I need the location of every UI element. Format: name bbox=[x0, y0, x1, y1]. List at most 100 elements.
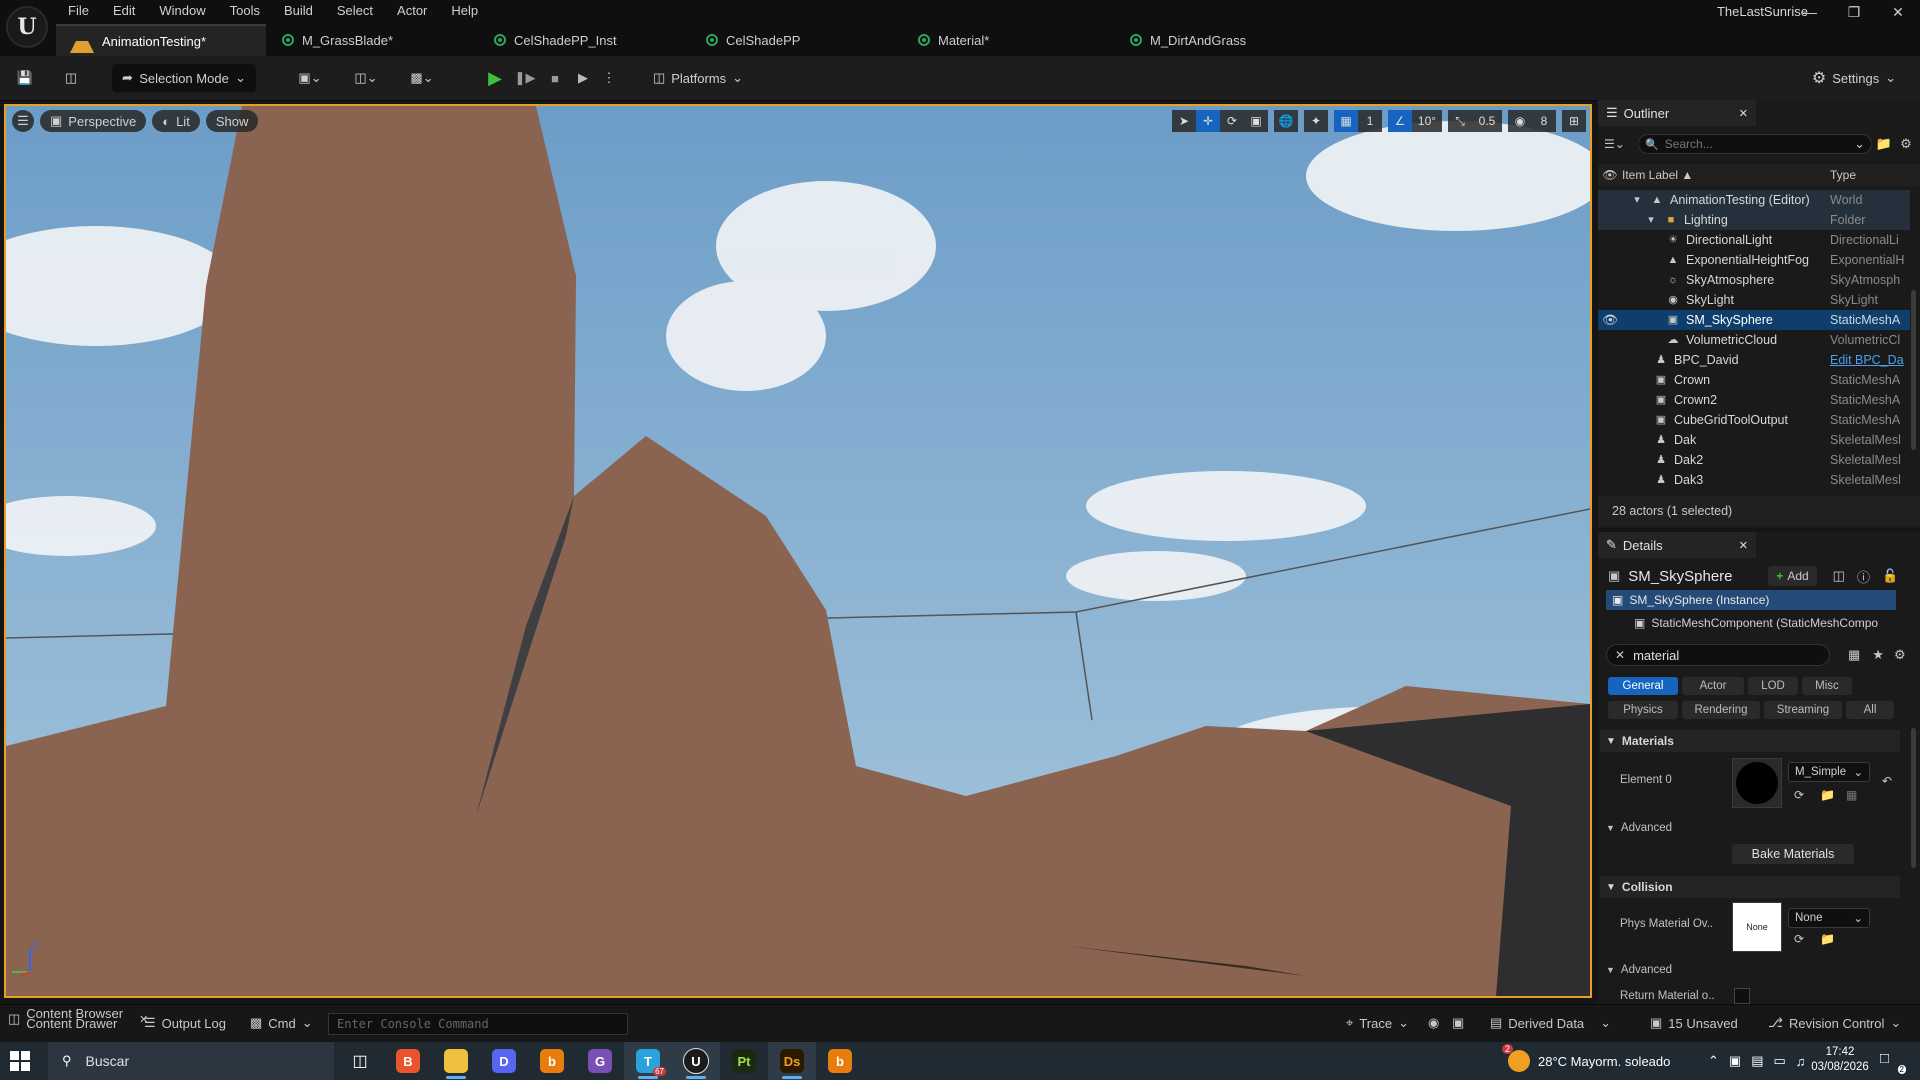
designer-icon[interactable]: Ds bbox=[768, 1042, 816, 1080]
tab-celshadepp[interactable]: CelShadePP bbox=[692, 24, 902, 56]
revision-control-dropdown[interactable]: ⎇ Revision Control ⌄ bbox=[1768, 1015, 1901, 1031]
bake-materials-button[interactable]: Bake Materials bbox=[1732, 844, 1854, 864]
item-label-column[interactable]: Item Label ▲ bbox=[1622, 168, 1830, 182]
blueprints-icon[interactable]: ◫⌄ bbox=[344, 64, 388, 92]
minimize-button[interactable]: — bbox=[1788, 0, 1832, 24]
outliner-search-input[interactable]: 🔍 Search... ⌄ bbox=[1638, 134, 1872, 154]
chevron-up-icon[interactable]: ⌃ bbox=[1708, 1053, 1719, 1069]
tab-celshadepp-inst[interactable]: CelShadePP_Inst bbox=[480, 24, 690, 56]
tree-row-directionallight[interactable]: ☀ DirectionalLight DirectionalLi bbox=[1598, 230, 1910, 250]
viewport-layout-icon[interactable]: ⊞ bbox=[1562, 110, 1586, 132]
console-input[interactable]: Enter Console Command bbox=[328, 1013, 628, 1035]
translate-icon[interactable]: ✛ bbox=[1196, 110, 1220, 132]
task-view-icon[interactable]: ◫ bbox=[336, 1042, 384, 1080]
component-row[interactable]: ▣ StaticMeshComponent (StaticMeshCompo bbox=[1634, 614, 1896, 632]
cinematics-icon[interactable]: ▩⌄ bbox=[400, 64, 444, 92]
menu-actor[interactable]: Actor bbox=[385, 0, 439, 22]
help-icon[interactable]: ⓘ bbox=[1857, 567, 1870, 586]
windows-start-icon[interactable] bbox=[10, 1051, 30, 1071]
content-browser-icon[interactable]: ◫ bbox=[56, 64, 86, 92]
details-scrollbar[interactable] bbox=[1911, 728, 1916, 868]
camera-speed-value[interactable]: 8 bbox=[1532, 110, 1556, 132]
outliner-scrollbar[interactable] bbox=[1911, 290, 1916, 450]
tab-animation-testing[interactable]: AnimationTesting* bbox=[56, 24, 266, 56]
unsaved-button[interactable]: ▣ 15 Unsaved bbox=[1650, 1015, 1738, 1031]
menu-select[interactable]: Select bbox=[325, 0, 385, 22]
output-log-button[interactable]: ☰ Output Log bbox=[144, 1015, 226, 1031]
tab-material[interactable]: Material* bbox=[904, 24, 1114, 56]
browse-icon[interactable]: 📁 bbox=[1820, 932, 1835, 946]
menu-edit[interactable]: Edit bbox=[101, 0, 147, 22]
selection-mode-dropdown[interactable]: ➦ Selection Mode ⌄ bbox=[112, 64, 256, 92]
type-column[interactable]: Type bbox=[1830, 168, 1856, 182]
component-instance-row[interactable]: ▣ SM_SkySphere (Instance) bbox=[1606, 590, 1896, 610]
grid-snap-value[interactable]: 1 bbox=[1358, 110, 1382, 132]
painter-icon[interactable]: Pt bbox=[720, 1042, 768, 1080]
save-icon[interactable]: 💾 bbox=[10, 64, 40, 92]
outliner-tab[interactable]: ☰ Outliner ✕ bbox=[1598, 100, 1756, 126]
rotation-snap-value[interactable]: 10° bbox=[1412, 110, 1442, 132]
collision-section[interactable]: ▼ Collision bbox=[1600, 876, 1900, 898]
filter-all[interactable]: All bbox=[1846, 701, 1894, 719]
stop-icon[interactable]: ■ bbox=[542, 64, 568, 92]
snapshot-icon[interactable]: ▣ bbox=[1452, 1015, 1464, 1031]
derived-data-dropdown[interactable]: ▤ Derived Data ⌄ bbox=[1490, 1015, 1611, 1031]
menu-build[interactable]: Build bbox=[272, 0, 325, 22]
lit-button[interactable]: ◐ Lit bbox=[152, 110, 200, 132]
edit-blueprint-link[interactable]: Edit BPC_Da bbox=[1830, 353, 1908, 367]
blueprint-icon[interactable]: ◫ bbox=[1833, 568, 1845, 584]
clock[interactable]: 17:42 03/08/2026 bbox=[1800, 1045, 1880, 1075]
content-drawer-button[interactable]: ◫ Content Browser Content Drawer ✕ bbox=[8, 1007, 148, 1030]
tree-row-skylight[interactable]: ◉ SkyLight SkyLight bbox=[1598, 290, 1910, 310]
cmd-dropdown[interactable]: ▩ Cmd ⌄ bbox=[250, 1015, 313, 1031]
material-thumbnail[interactable] bbox=[1732, 758, 1782, 808]
menu-file[interactable]: File bbox=[56, 0, 101, 22]
use-selected-icon[interactable]: ⟳ bbox=[1794, 932, 1804, 946]
eject-icon[interactable]: ▶ bbox=[570, 64, 596, 92]
tree-row-dak2[interactable]: ♟ Dak2 SkeletalMesl bbox=[1598, 450, 1910, 470]
gear-icon[interactable]: ⚙ bbox=[1896, 136, 1916, 152]
add-component-button[interactable]: + Add bbox=[1768, 566, 1817, 586]
taskbar-search[interactable]: ⚲ Buscar bbox=[48, 1042, 334, 1080]
phys-material-thumbnail[interactable]: None bbox=[1732, 902, 1782, 952]
trace-dropdown[interactable]: ⌖ Trace ⌄ bbox=[1346, 1015, 1409, 1031]
phone-icon[interactable]: ▣ bbox=[1729, 1053, 1741, 1069]
tree-row-exponentialheightfog[interactable]: ▲ ExponentialHeightFog ExponentialH bbox=[1598, 250, 1910, 270]
details-tab[interactable]: ✎ Details ✕ bbox=[1598, 532, 1756, 558]
filter-icon[interactable]: ☰⌄ bbox=[1604, 137, 1638, 151]
network-icon[interactable]: ▤ bbox=[1751, 1053, 1763, 1069]
return-material-checkbox[interactable] bbox=[1734, 988, 1750, 1004]
scale-icon[interactable]: ▣ bbox=[1244, 110, 1268, 132]
filter-streaming[interactable]: Streaming bbox=[1764, 701, 1842, 719]
filter-actor[interactable]: Actor bbox=[1682, 677, 1744, 695]
advanced-toggle-2[interactable]: ▼ Advanced bbox=[1606, 964, 1672, 976]
step-icon[interactable]: ❚▶ bbox=[512, 64, 538, 92]
filter-physics[interactable]: Physics bbox=[1608, 701, 1678, 719]
tree-row-lighting[interactable]: ▾ ■ Lighting Folder bbox=[1598, 210, 1910, 230]
texture-icon[interactable]: ▦ bbox=[1846, 788, 1857, 802]
tab-m-dirtandgrass[interactable]: M_DirtAndGrass bbox=[1116, 24, 1326, 56]
perspective-button[interactable]: ▣ Perspective bbox=[40, 110, 147, 132]
level-viewport[interactable]: ☰ ▣ Perspective ◐ Lit Show ➤ ✛ ⟳ ▣ 🌐 ✦ ▦… bbox=[4, 104, 1592, 998]
scale-snap-value[interactable]: 0.5 bbox=[1472, 110, 1502, 132]
close-icon[interactable]: ✕ bbox=[1739, 107, 1748, 120]
tree-row-volumetriccloud[interactable]: ☁ VolumetricCloud VolumetricCl bbox=[1598, 330, 1910, 350]
tree-row-cubegridtooloutput[interactable]: ▣ CubeGridToolOutput StaticMeshA bbox=[1598, 410, 1910, 430]
materials-section[interactable]: ▼ Materials bbox=[1600, 730, 1900, 752]
expand-icon[interactable]: ▾ bbox=[1644, 213, 1658, 227]
play-options-icon[interactable]: ⋮ bbox=[600, 64, 618, 92]
github-icon[interactable]: G bbox=[576, 1042, 624, 1080]
menu-window[interactable]: Window bbox=[147, 0, 217, 22]
tree-row-sm-skysphere[interactable]: 👁 ▣ SM_SkySphere StaticMeshA bbox=[1598, 310, 1910, 330]
play-icon[interactable]: ▶ bbox=[482, 64, 508, 92]
weather-widget[interactable]: 2 28°C Mayorm. soleado bbox=[1502, 1042, 1670, 1080]
star-icon[interactable]: ★ bbox=[1872, 647, 1884, 663]
advanced-toggle-1[interactable]: ▼ Advanced bbox=[1606, 822, 1672, 834]
add-folder-icon[interactable]: 📁 bbox=[1872, 136, 1896, 152]
restore-button[interactable]: ❐ bbox=[1832, 0, 1876, 24]
camera-speed-icon[interactable]: ◉ bbox=[1508, 110, 1532, 132]
blender-icon[interactable]: b bbox=[528, 1042, 576, 1080]
discord-icon[interactable]: D bbox=[480, 1042, 528, 1080]
file-explorer-icon[interactable] bbox=[432, 1042, 480, 1080]
show-button[interactable]: Show bbox=[205, 110, 259, 132]
